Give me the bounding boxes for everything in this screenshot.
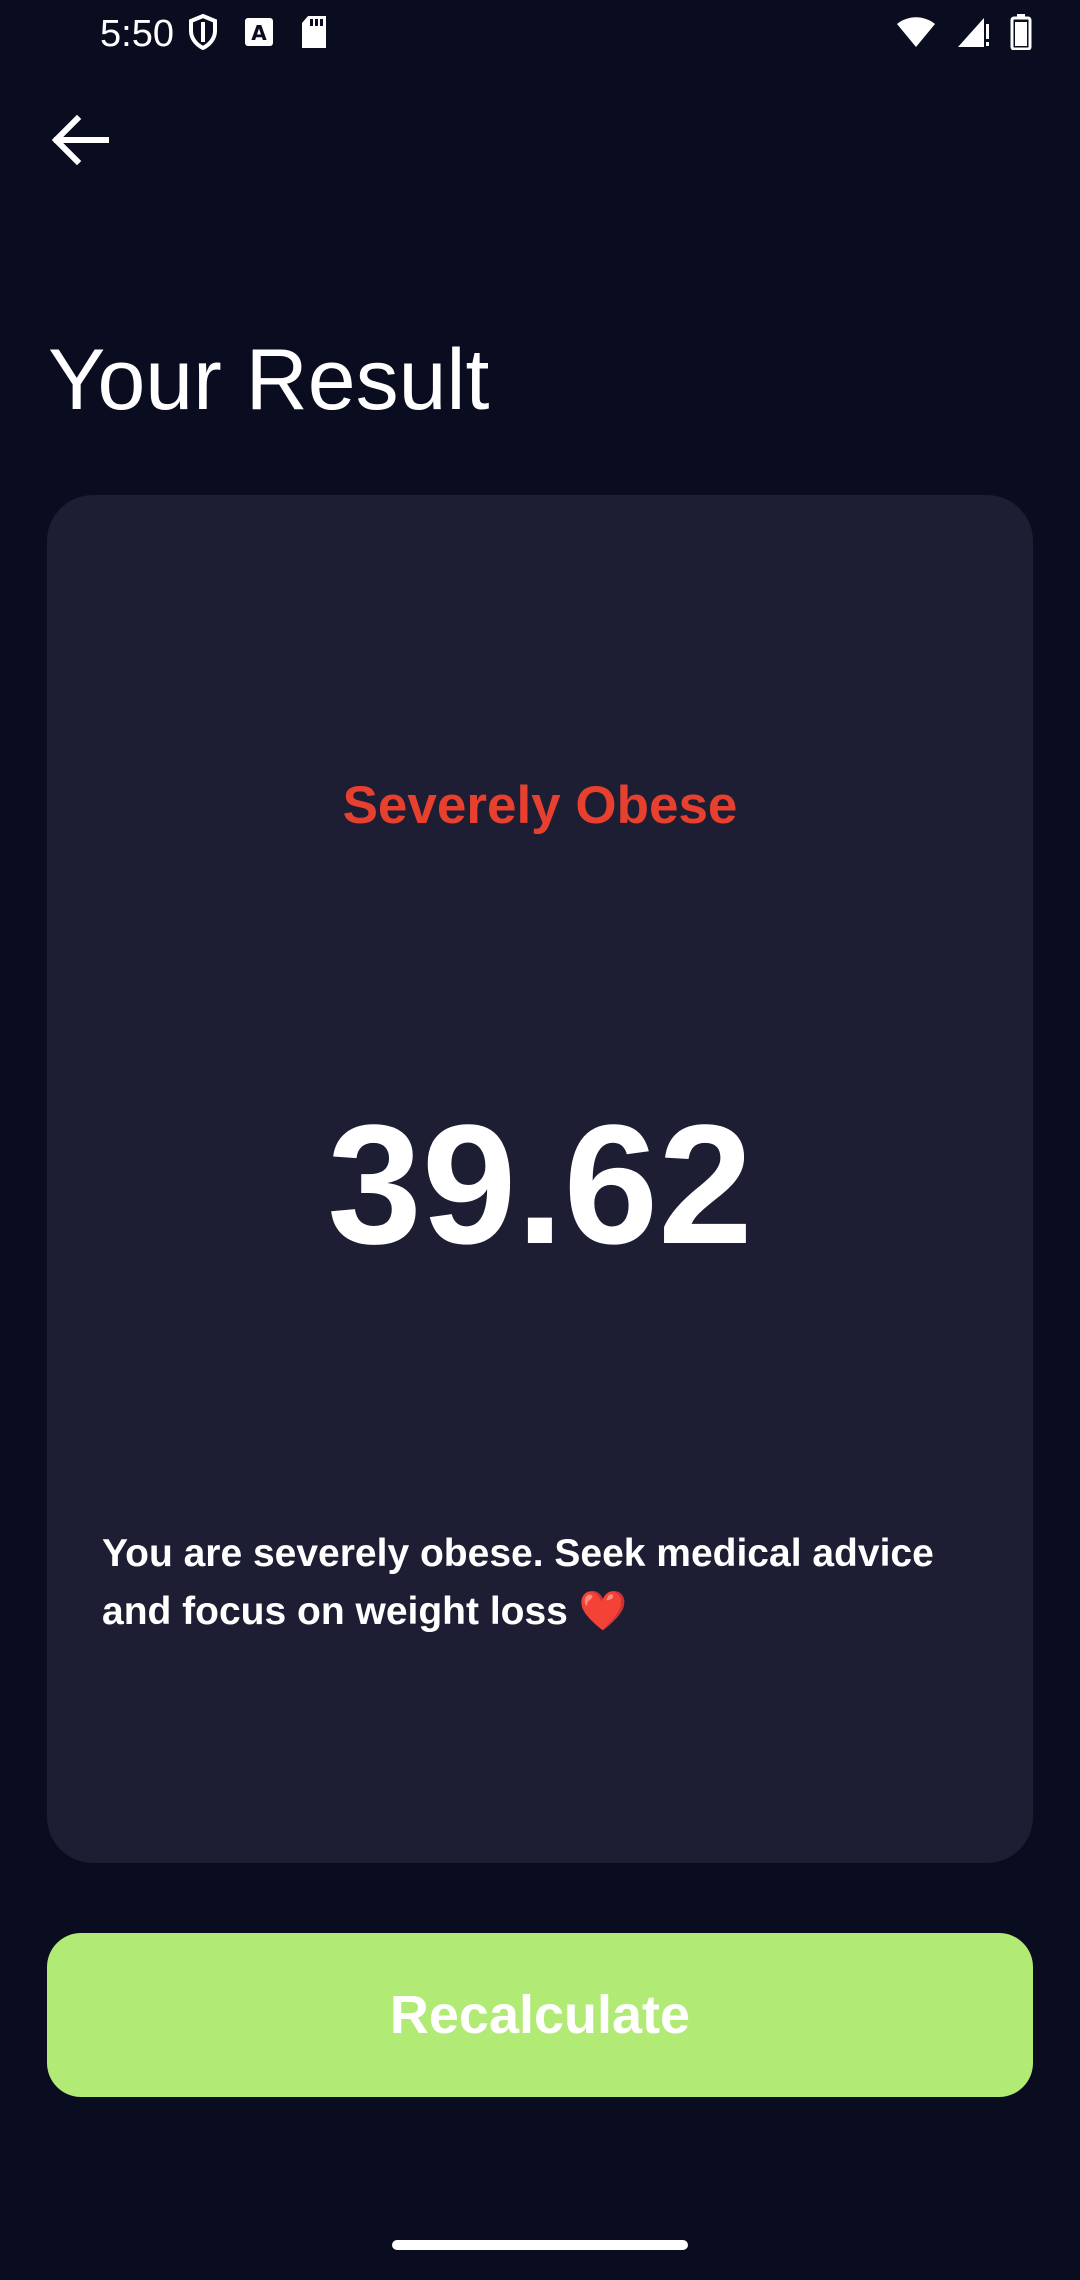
page-title: Your Result — [48, 332, 490, 428]
bmi-category: Severely Obese — [342, 776, 738, 835]
advice-text: You are severely obese. Seek medical adv… — [102, 1532, 934, 1633]
cell-signal-icon — [956, 16, 990, 53]
status-bar: 5:50 A — [0, 0, 1080, 66]
arrow-left-icon — [51, 114, 110, 170]
sd-card-icon — [300, 15, 328, 54]
status-time: 5:50 — [100, 13, 174, 55]
battery-icon — [1010, 14, 1032, 55]
recalculate-button[interactable]: Recalculate — [47, 1933, 1033, 2097]
bmi-value: 39.62 — [327, 1090, 753, 1280]
home-indicator[interactable] — [392, 2240, 688, 2250]
shield-icon — [188, 13, 218, 55]
text-a-icon: A — [244, 17, 274, 52]
svg-text:A: A — [251, 21, 267, 45]
result-card: Severely Obese 39.62 You are severely ob… — [47, 495, 1033, 1863]
back-button[interactable] — [40, 106, 120, 178]
wifi-icon — [896, 16, 936, 53]
